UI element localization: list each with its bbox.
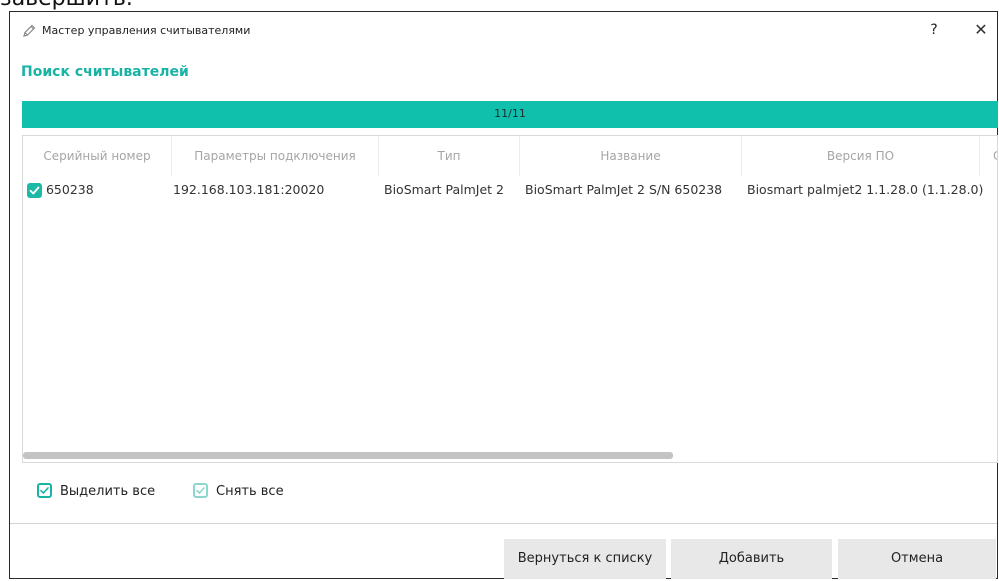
title-bar: Мастер управления считывателями ? ✕ [10, 12, 997, 50]
close-button[interactable]: ✕ [970, 19, 992, 41]
footer-divider [10, 523, 997, 524]
add-button[interactable]: Добавить [671, 539, 832, 579]
horizontal-scrollbar[interactable] [23, 452, 673, 459]
serial-value: 650238 [45, 182, 94, 197]
select-all-checkbox[interactable] [37, 482, 52, 498]
select-all-label: Выделить все [60, 484, 156, 499]
progress-bar: 11/11 [22, 101, 998, 128]
column-header-serial[interactable]: Серийный номер [23, 136, 172, 176]
reader-wizard-dialog: Мастер управления считывателями ? ✕ Поис… [9, 11, 998, 579]
deselect-all-option[interactable]: Снять все [193, 482, 284, 502]
column-header-extra[interactable]: С [980, 136, 997, 176]
column-header-version[interactable]: Версия ПО [742, 136, 980, 176]
pencil-icon [22, 23, 36, 37]
select-all-option[interactable]: Выделить все [37, 482, 155, 502]
help-button[interactable]: ? [924, 20, 944, 40]
cancel-button[interactable]: Отмена [838, 539, 996, 579]
column-header-connection[interactable]: Параметры подключения [172, 136, 379, 176]
column-header-name[interactable]: Название [520, 136, 742, 176]
table-header: Серийный номер Параметры подключения Тип… [23, 136, 997, 176]
background-text: завершить. [0, 0, 133, 11]
progress-text: 11/11 [494, 107, 526, 120]
row-checkbox[interactable] [27, 183, 42, 198]
readers-table: Серийный номер Параметры подключения Тип… [22, 135, 998, 463]
back-to-list-button[interactable]: Вернуться к списку [504, 539, 666, 579]
section-title: Поиск считывателей [21, 64, 189, 80]
column-header-type[interactable]: Тип [379, 136, 520, 176]
window-title: Мастер управления считывателями [42, 24, 251, 37]
serial-cell: 650238 [27, 176, 94, 204]
table-row[interactable]: 650238 192.168.103.181:20020 BioSmart Pa… [23, 176, 997, 204]
connection-cell: 192.168.103.181:20020 [173, 182, 325, 197]
type-cell: BioSmart PalmJet 2 [384, 182, 504, 197]
version-cell: Biosmart palmjet2 1.1.28.0 (1.1.28.0) [747, 182, 984, 197]
deselect-all-label: Снять все [216, 484, 284, 499]
name-cell: BioSmart PalmJet 2 S/N 650238 [525, 182, 723, 197]
deselect-all-checkbox[interactable] [193, 482, 208, 498]
